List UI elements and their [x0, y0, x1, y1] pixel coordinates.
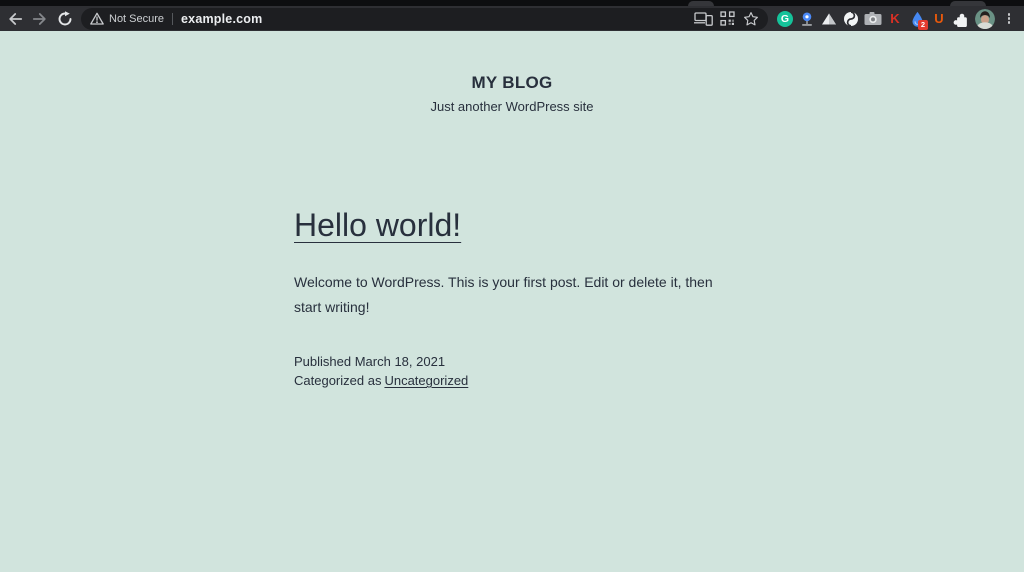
reload-icon — [58, 10, 71, 25]
post-title-link[interactable]: Hello world! — [294, 207, 461, 243]
letter-u-icon: U — [934, 11, 944, 26]
back-button[interactable] — [2, 6, 27, 31]
extensions-cluster: G K 2 U — [774, 6, 1020, 31]
published-date: Published March 18, 2021 — [294, 354, 446, 369]
category-link[interactable]: Uncategorized — [384, 373, 468, 388]
post-body: Welcome to WordPress. This is your first… — [294, 270, 730, 320]
page-viewport: MY BLOG Just another WordPress site Hell… — [0, 31, 1024, 572]
post-article: Hello world! Welcome to WordPress. This … — [294, 206, 730, 390]
browser-toolbar: Not Secure example.com G K 2 U — [0, 6, 1024, 31]
extension-swirl[interactable] — [840, 6, 862, 31]
not-secure-warning-icon — [90, 12, 104, 25]
categorized-as-label: Categorized as — [294, 373, 382, 388]
triangle-icon — [822, 13, 836, 24]
site-header: MY BLOG Just another WordPress site — [0, 31, 1024, 114]
letter-k-icon: K — [890, 11, 900, 26]
security-label: Not Secure — [109, 12, 165, 25]
category-line: Categorized as Uncategorized — [294, 371, 730, 390]
send-to-devices-button[interactable] — [691, 8, 715, 30]
profile-button[interactable] — [972, 6, 998, 31]
security-chip[interactable]: Not Secure — [90, 12, 164, 25]
post-body-line: start writing! — [294, 299, 370, 315]
back-arrow-icon — [8, 12, 22, 25]
blue-figure-icon — [802, 12, 812, 26]
extension-letter-k[interactable]: K — [884, 6, 906, 31]
camera-icon — [864, 12, 882, 25]
send-to-devices-icon — [693, 11, 713, 26]
address-bar[interactable]: Not Secure example.com — [81, 7, 768, 30]
post-title: Hello world! — [294, 206, 730, 244]
qr-code-button[interactable] — [715, 8, 739, 30]
extension-triangle[interactable] — [818, 6, 840, 31]
extension-blue-drop[interactable]: 2 — [906, 6, 928, 31]
post-body-line: Welcome to WordPress. This is your first… — [294, 274, 713, 290]
tab-edge — [688, 1, 714, 6]
extension-blue-figure[interactable] — [796, 6, 818, 31]
swirl-icon — [844, 10, 858, 27]
grammarly-icon: G — [777, 10, 793, 27]
puzzle-piece-icon — [953, 13, 967, 27]
extension-camera[interactable] — [862, 6, 884, 31]
reload-button[interactable] — [52, 6, 77, 31]
bookmark-button[interactable] — [739, 8, 763, 30]
extension-letter-u[interactable]: U — [928, 6, 950, 31]
qr-code-icon — [719, 11, 735, 26]
forward-arrow-icon — [32, 12, 46, 25]
profile-avatar — [975, 8, 995, 29]
site-title[interactable]: MY BLOG — [0, 73, 1024, 93]
browser-menu-button[interactable] — [998, 6, 1020, 31]
url-text[interactable]: example.com — [181, 12, 262, 26]
forward-button[interactable] — [27, 6, 52, 31]
post-meta: Published March 18, 2021 Categorized as U… — [294, 352, 730, 390]
omnibox-divider — [172, 12, 174, 25]
kebab-menu-icon — [1007, 13, 1011, 16]
notification-badge: 2 — [918, 20, 928, 30]
extension-grammarly[interactable]: G — [774, 6, 796, 31]
bookmark-star-icon — [744, 11, 758, 25]
site-tagline: Just another WordPress site — [430, 99, 594, 114]
extensions-menu-button[interactable] — [950, 6, 972, 31]
browser-window: Not Secure example.com G K 2 U MY BLOG J… — [0, 0, 1024, 572]
